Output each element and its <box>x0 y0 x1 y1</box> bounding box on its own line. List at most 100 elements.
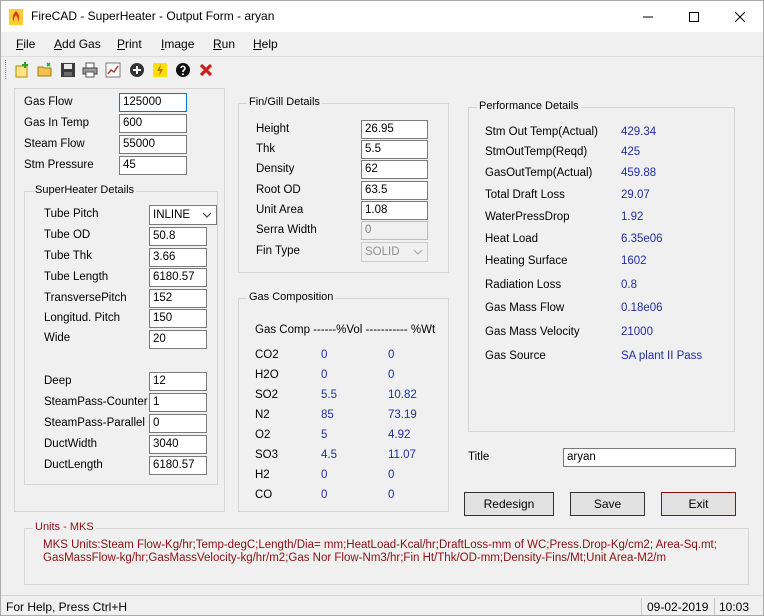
tube-length-input[interactable]: 6180.57 <box>149 268 207 287</box>
tube-pitch-select[interactable]: INLINE <box>149 205 217 225</box>
deep-input[interactable]: 12 <box>149 372 207 391</box>
chevron-down-icon <box>413 249 423 255</box>
redesign-label: Redesign <box>483 497 535 511</box>
tube-length-label: Tube Length <box>44 271 109 283</box>
print-toolbar-button[interactable] <box>81 61 99 79</box>
minimize-button[interactable] <box>625 1 671 32</box>
gas-comp-name: CO2 <box>255 349 279 361</box>
exit-label: Exit <box>688 497 709 511</box>
open-button[interactable] <box>36 61 54 79</box>
menu-run-accel: R <box>213 37 222 51</box>
gas-comp-wt: 73.19 <box>388 409 417 421</box>
tube-pitch-label: Tube Pitch <box>44 208 99 220</box>
gas-comp-wt: 4.92 <box>388 429 411 441</box>
new-button[interactable] <box>13 61 31 79</box>
exit-button[interactable]: Exit <box>661 492 736 516</box>
fin-density-label: Density <box>256 163 295 175</box>
menu-help-label: elp <box>261 37 278 51</box>
perf-value: 6.35e06 <box>621 233 663 245</box>
perf-value: SA plant II Pass <box>621 350 703 362</box>
toolbar <box>1 56 763 81</box>
perf-label: Heat Load <box>485 233 539 245</box>
chevron-down-icon <box>202 212 212 218</box>
menu-print-label: rint <box>125 37 142 51</box>
status-separator <box>641 598 642 615</box>
gas-comp-name: H2 <box>255 469 270 481</box>
menu-bar: File Add Gas Print Image Run Help <box>1 34 763 54</box>
run-toolbar-button[interactable] <box>151 61 169 79</box>
menu-image[interactable]: Image <box>161 37 194 51</box>
transverse-pitch-label: TransversePitch <box>44 292 127 304</box>
menu-image-label: mage <box>164 37 195 51</box>
menu-print-accel: P <box>117 37 126 51</box>
stm-pressure-input[interactable]: 45 <box>119 156 187 175</box>
add-gas-toolbar-button[interactable] <box>128 61 146 79</box>
steampass-counter-input[interactable]: 1 <box>149 393 207 412</box>
menu-run[interactable]: Run <box>213 37 235 51</box>
units-description: MKS Units:Steam Flow-Kg/hr;Temp-degC;Len… <box>43 539 717 564</box>
gas-flow-input[interactable]: 125000 <box>119 93 187 112</box>
title-input[interactable]: aryan <box>563 448 736 467</box>
transverse-pitch-input[interactable]: 152 <box>149 289 207 308</box>
chart-icon <box>105 62 121 78</box>
menu-add-gas[interactable]: Add Gas <box>54 37 101 51</box>
steampass-parallel-label: SteamPass-Parallel <box>44 417 145 429</box>
gas-comp-wt: 0 <box>388 369 395 381</box>
fin-type-label: Fin Type <box>256 245 300 257</box>
tube-thk-input[interactable]: 3.66 <box>149 248 207 267</box>
duct-width-input[interactable]: 3040 <box>149 435 207 454</box>
tube-thk-label: Tube Thk <box>44 250 92 262</box>
perf-label: Stm Out Temp(Actual) <box>485 126 598 138</box>
units-title: Units - MKS <box>33 521 96 533</box>
save-button[interactable]: Save <box>570 492 645 516</box>
gas-comp-wt: 0 <box>388 489 395 501</box>
menu-print[interactable]: Print <box>117 37 142 51</box>
fin-height-input[interactable]: 26.95 <box>361 120 428 139</box>
wide-label: Wide <box>44 332 71 344</box>
fin-height-label: Height <box>256 123 290 135</box>
perf-label: Radiation Loss <box>485 279 562 291</box>
fin-type-select: SOLID <box>361 242 428 262</box>
duct-length-label: DuctLength <box>44 459 103 471</box>
root-od-input[interactable]: 63.5 <box>361 181 428 200</box>
help-toolbar-button[interactable] <box>174 61 192 79</box>
fin-gill-details-title: Fin/Gill Details <box>247 96 322 108</box>
gas-in-temp-input[interactable]: 600 <box>119 114 187 133</box>
longitud-pitch-input[interactable]: 150 <box>149 309 207 328</box>
close-window-button[interactable] <box>717 1 763 32</box>
gas-comp-wt: 0 <box>388 469 395 481</box>
fin-density-input[interactable]: 62 <box>361 160 428 179</box>
serra-width-input: 0 <box>361 221 428 240</box>
perf-value: 21000 <box>621 326 653 338</box>
unit-area-input[interactable]: 1.08 <box>361 201 428 220</box>
perf-label: Gas Mass Velocity <box>485 326 580 338</box>
stm-pressure-label: Stm Pressure <box>24 159 94 171</box>
tube-od-input[interactable]: 50.8 <box>149 227 207 246</box>
help-icon <box>176 63 190 77</box>
wide-input[interactable]: 20 <box>149 330 207 349</box>
new-icon <box>15 62 28 78</box>
perf-value: 425 <box>621 146 641 158</box>
status-help-text: For Help, Press Ctrl+H <box>6 600 128 614</box>
menu-run-label: un <box>221 37 236 51</box>
fin-thk-input[interactable]: 5.5 <box>361 140 428 159</box>
menu-file-label: ile <box>23 37 36 51</box>
steam-flow-input[interactable]: 55000 <box>119 135 187 154</box>
maximize-button[interactable] <box>671 1 717 32</box>
duct-length-input[interactable]: 6180.57 <box>149 456 207 475</box>
superheater-details-title: SuperHeater Details <box>33 184 137 196</box>
save-toolbar-button[interactable] <box>59 61 77 79</box>
gas-comp-vol: 0 <box>321 369 328 381</box>
status-bar: For Help, Press Ctrl+H 09-02-2019 10:03 <box>1 595 763 615</box>
fin-thk-label: Thk <box>256 143 276 155</box>
tube-pitch-value: INLINE <box>153 209 191 221</box>
menu-add-gas-accel: A <box>54 37 63 51</box>
chart-toolbar-button[interactable] <box>104 61 122 79</box>
redesign-button[interactable]: Redesign <box>464 492 554 516</box>
close-toolbar-button[interactable] <box>197 61 215 79</box>
menu-file[interactable]: File <box>16 37 35 51</box>
gas-in-temp-label: Gas In Temp <box>24 117 89 129</box>
menu-help[interactable]: Help <box>253 37 278 51</box>
deep-label: Deep <box>44 375 72 387</box>
steampass-parallel-input[interactable]: 0 <box>149 414 207 433</box>
